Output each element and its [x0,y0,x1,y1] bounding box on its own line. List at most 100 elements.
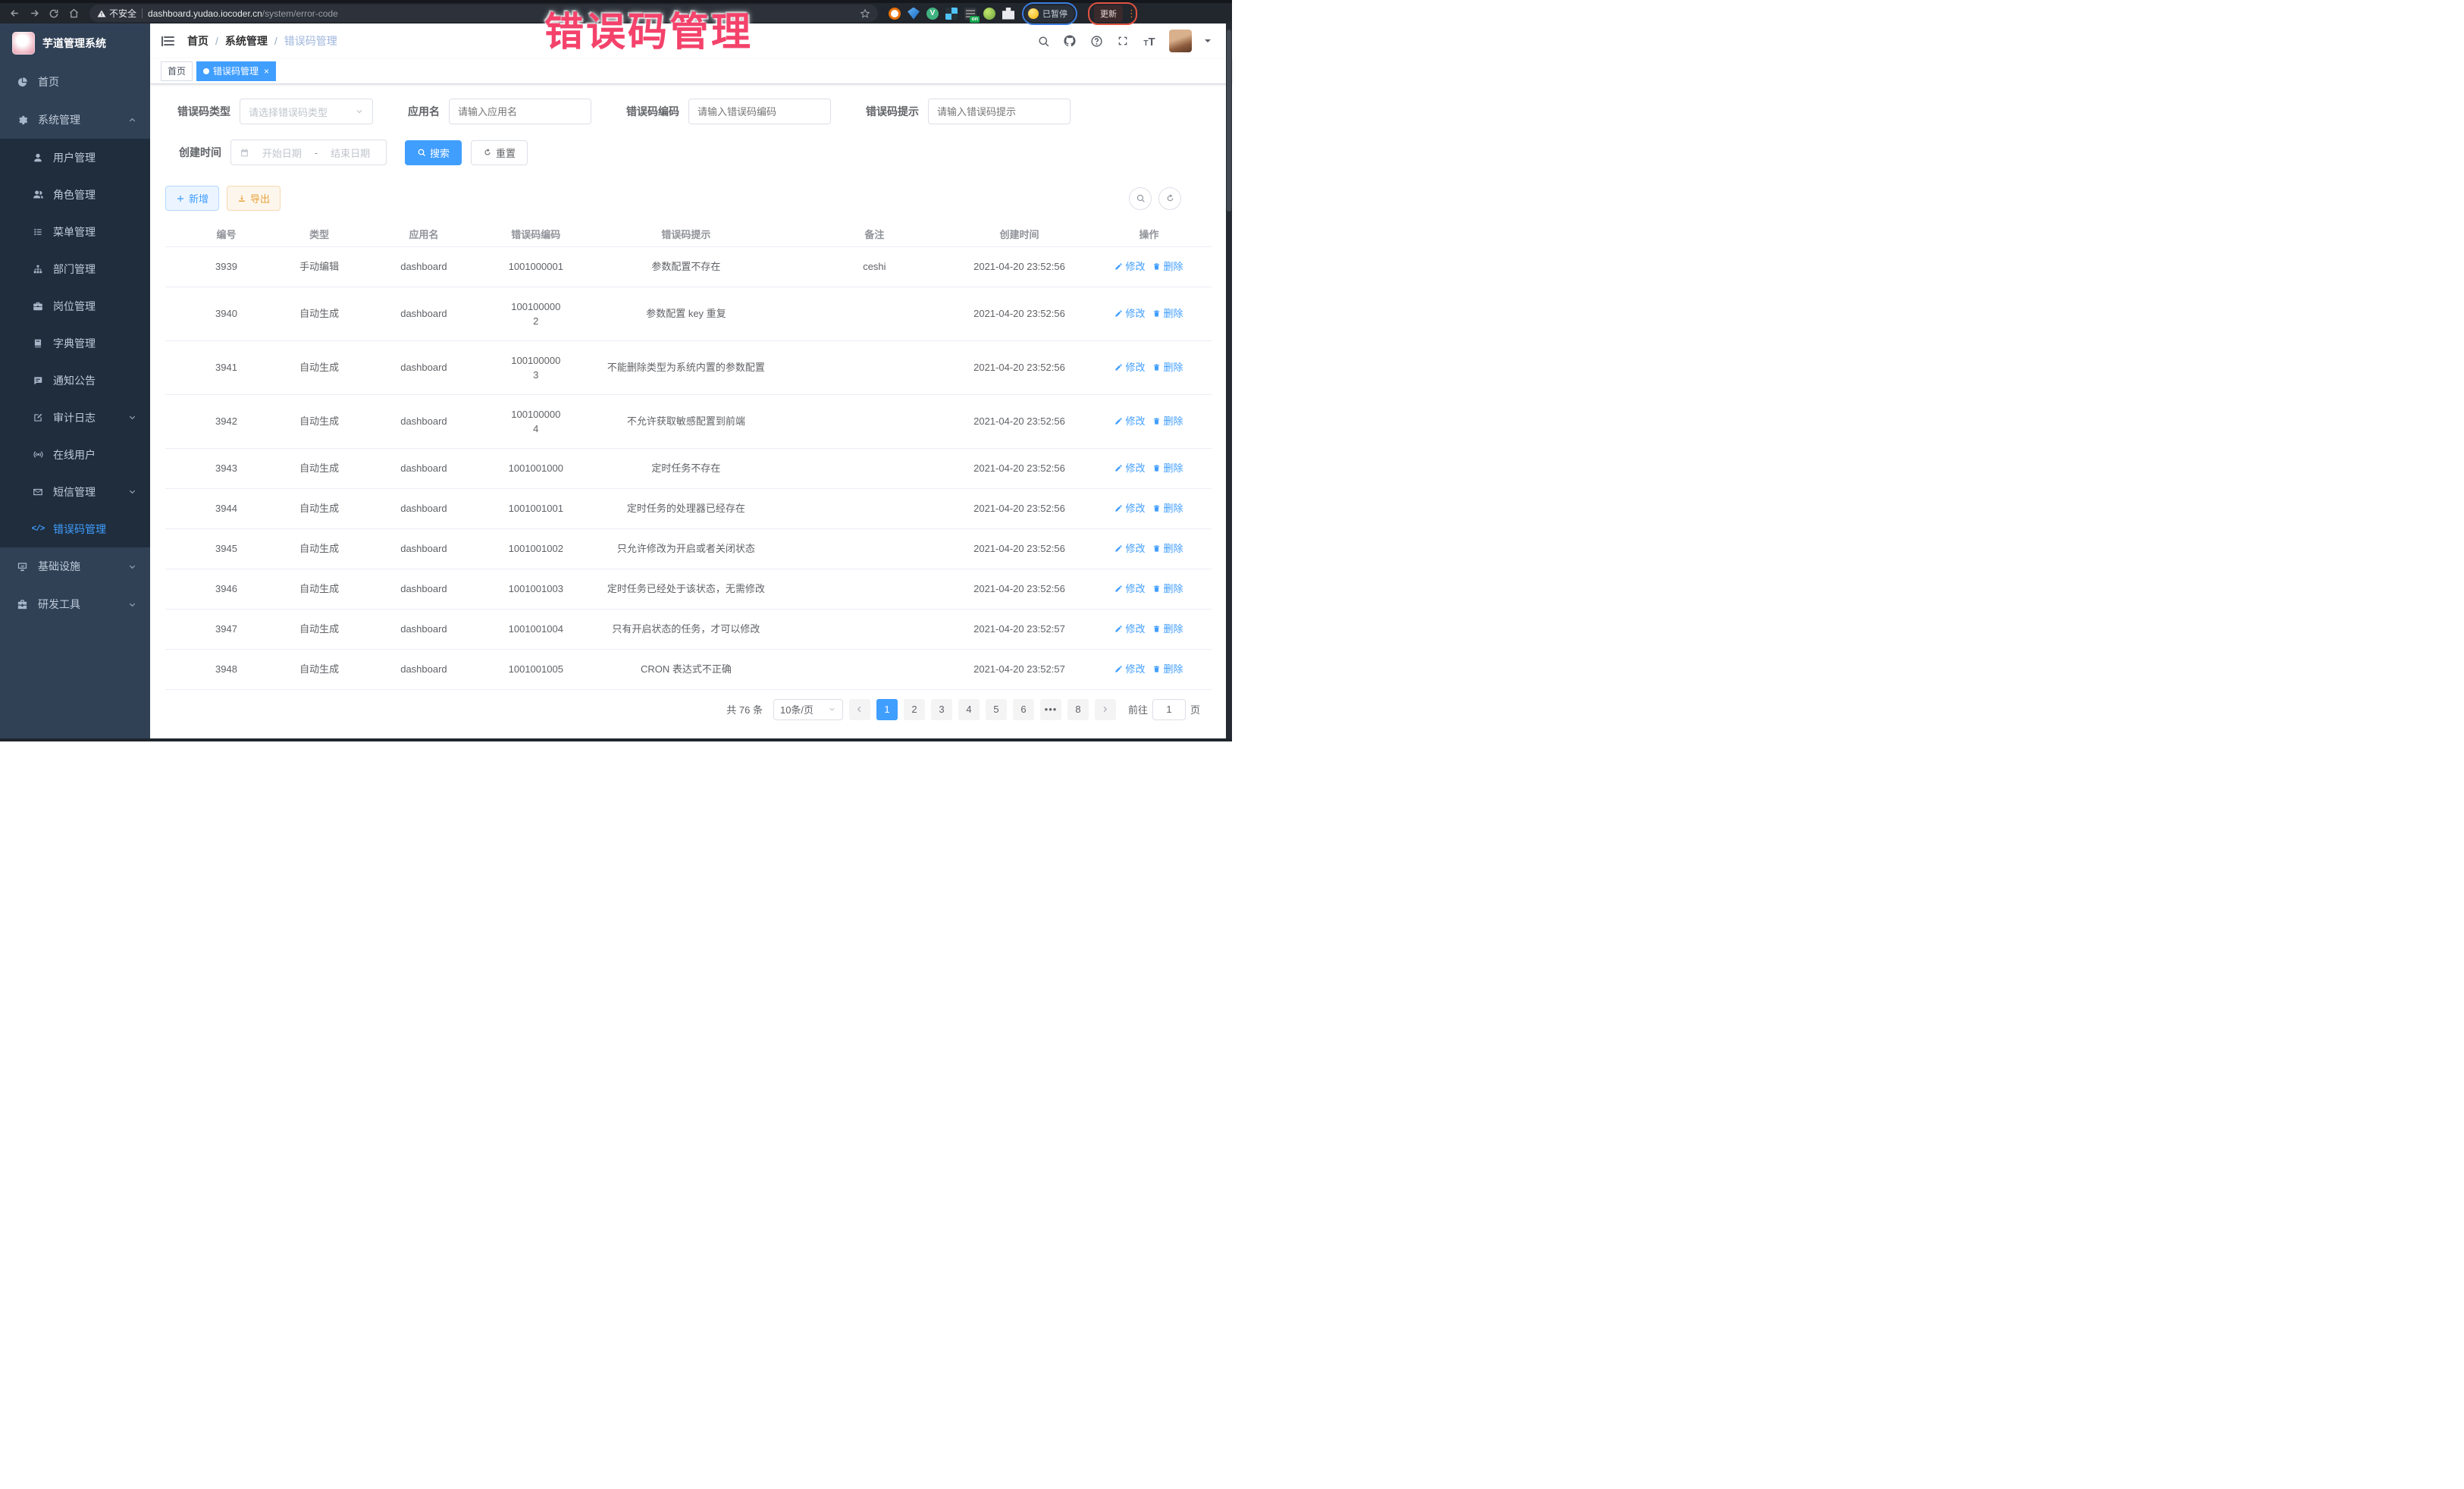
back-button[interactable] [6,5,23,22]
address-bar[interactable]: 不安全 dashboard.yudao.iocoder.cn/system/er… [89,5,878,22]
goto-page-input[interactable] [1152,699,1186,720]
sidebar-item-audit-log[interactable]: 审计日志 [0,399,150,436]
refresh-table-button[interactable] [1158,187,1181,210]
column-header-type: 类型 [287,221,351,246]
sidebar-item-dev-tools[interactable]: 研发工具 [0,585,150,623]
create-time-range-picker[interactable]: 开始日期 - 结束日期 [230,139,387,165]
reload-button[interactable] [45,5,62,22]
sidebar-item-departments[interactable]: 部门管理 [0,250,150,287]
page-button-3[interactable]: 3 [931,699,952,720]
show-search-toggle-button[interactable] [1129,187,1152,210]
add-button[interactable]: 新增 [165,186,219,211]
edit-link[interactable]: 修改 [1114,461,1145,475]
delete-link[interactable]: 删除 [1152,581,1183,596]
cell-app: dashboard [351,246,496,287]
font-size-icon[interactable]: TT [1143,34,1156,48]
sidebar-item-sms[interactable]: 短信管理 [0,473,150,510]
sidebar-item-home[interactable]: 首页 [0,63,150,101]
sidebar-item-error-code[interactable]: </> 错误码管理 [0,510,150,547]
edit-link[interactable]: 修改 [1114,541,1145,556]
delete-link[interactable]: 删除 [1152,259,1183,274]
extension-gem-icon[interactable] [908,8,920,20]
browser-update-button[interactable]: 更新 [1094,5,1123,22]
next-page-button[interactable] [1095,699,1116,720]
extension-key-icon[interactable] [983,8,995,20]
help-icon[interactable] [1089,34,1103,48]
bookmark-star-icon[interactable] [860,8,870,19]
error-message-input[interactable] [928,99,1071,124]
edit-link[interactable]: 修改 [1114,501,1145,516]
edit-link[interactable]: 修改 [1114,414,1145,428]
browser-menu-icon[interactable]: ⋮ [1127,11,1131,16]
scrollbar-thumb[interactable] [1227,30,1231,212]
sidebar-item-dictionary[interactable]: 字典管理 [0,324,150,362]
edit-link[interactable]: 修改 [1114,306,1145,321]
extension-switch-icon[interactable]: on [964,8,977,20]
page-button-1[interactable]: 1 [876,699,898,720]
breadcrumb-system[interactable]: 系统管理 [225,33,268,49]
sidebar-item-infrastructure[interactable]: 基础设施 [0,547,150,585]
user-avatar[interactable] [1169,30,1192,52]
page-button-8[interactable]: 8 [1067,699,1089,720]
delete-link[interactable]: 删除 [1152,414,1183,428]
delete-link[interactable]: 删除 [1152,306,1183,321]
sidebar-item-system[interactable]: 系统管理 [0,101,150,139]
tag-home[interactable]: 首页 [161,61,193,81]
edit-link[interactable]: 修改 [1114,259,1145,274]
edit-link[interactable]: 修改 [1114,622,1145,636]
sidebar-item-menus[interactable]: 菜单管理 [0,213,150,250]
cell-type: 自动生成 [287,649,351,689]
app-logo[interactable]: 芋道管理系统 [0,24,150,63]
sidebar-item-users[interactable]: 用户管理 [0,139,150,176]
sidebar-item-posts[interactable]: 岗位管理 [0,287,150,324]
profile-paused-badge[interactable]: 已暂停 [1025,5,1074,22]
page-button-4[interactable]: 4 [958,699,980,720]
delete-link[interactable]: 删除 [1152,541,1183,556]
edit-link[interactable]: 修改 [1114,360,1145,375]
browser-scrollbar[interactable] [1226,24,1232,741]
tag-error-code[interactable]: 错误码管理 × [196,61,276,81]
error-code-input[interactable] [688,99,831,124]
forward-button[interactable] [26,5,42,22]
sidebar-item-announcements[interactable]: 通知公告 [0,362,150,399]
cell-id: 3944 [165,488,287,528]
app-name-input[interactable] [449,99,591,124]
site-security-badge[interactable]: 不安全 [97,7,136,20]
edit-pencil-icon [1114,504,1123,513]
chevron-down-icon [128,600,136,609]
sidebar-item-online-users[interactable]: 在线用户 [0,436,150,473]
export-button[interactable]: 导出 [227,186,281,211]
edit-link[interactable]: 修改 [1114,662,1145,676]
home-button[interactable] [65,5,82,22]
search-icon[interactable] [1036,34,1050,48]
tag-close-icon[interactable]: × [264,67,269,76]
chevron-down-icon [128,487,136,496]
page-button-2[interactable]: 2 [904,699,925,720]
more-pages-button[interactable]: ••• [1040,699,1061,720]
search-button[interactable]: 搜索 [405,140,462,165]
delete-link[interactable]: 删除 [1152,662,1183,676]
page-button-6[interactable]: 6 [1013,699,1034,720]
edit-link[interactable]: 修改 [1114,581,1145,596]
extension-grid-icon[interactable] [945,8,958,20]
delete-link[interactable]: 删除 [1152,622,1183,636]
delete-link[interactable]: 删除 [1152,501,1183,516]
page-size-select[interactable]: 10条/页 [773,699,843,720]
sidebar-item-roles[interactable]: 角色管理 [0,176,150,213]
fullscreen-icon[interactable] [1116,34,1130,48]
extension-target-icon[interactable] [889,8,901,20]
extensions-puzzle-icon[interactable] [1002,8,1014,20]
user-menu-caret-icon[interactable] [1205,39,1211,45]
delete-link[interactable]: 删除 [1152,461,1183,475]
delete-link[interactable]: 删除 [1152,360,1183,375]
org-tree-icon [32,263,44,275]
sidebar: 芋道管理系统 首页 系统管理 用户管理 角色管理 菜单管理 [0,24,150,741]
extension-vue-icon[interactable]: V [926,8,939,20]
breadcrumb-home[interactable]: 首页 [187,33,208,49]
sidebar-toggle-icon[interactable] [161,36,174,46]
reset-button[interactable]: 重置 [471,140,528,165]
github-icon[interactable] [1063,34,1077,48]
error-type-select[interactable]: 请选择错误码类型 [240,99,373,124]
page-button-5[interactable]: 5 [986,699,1007,720]
prev-page-button[interactable] [849,699,870,720]
